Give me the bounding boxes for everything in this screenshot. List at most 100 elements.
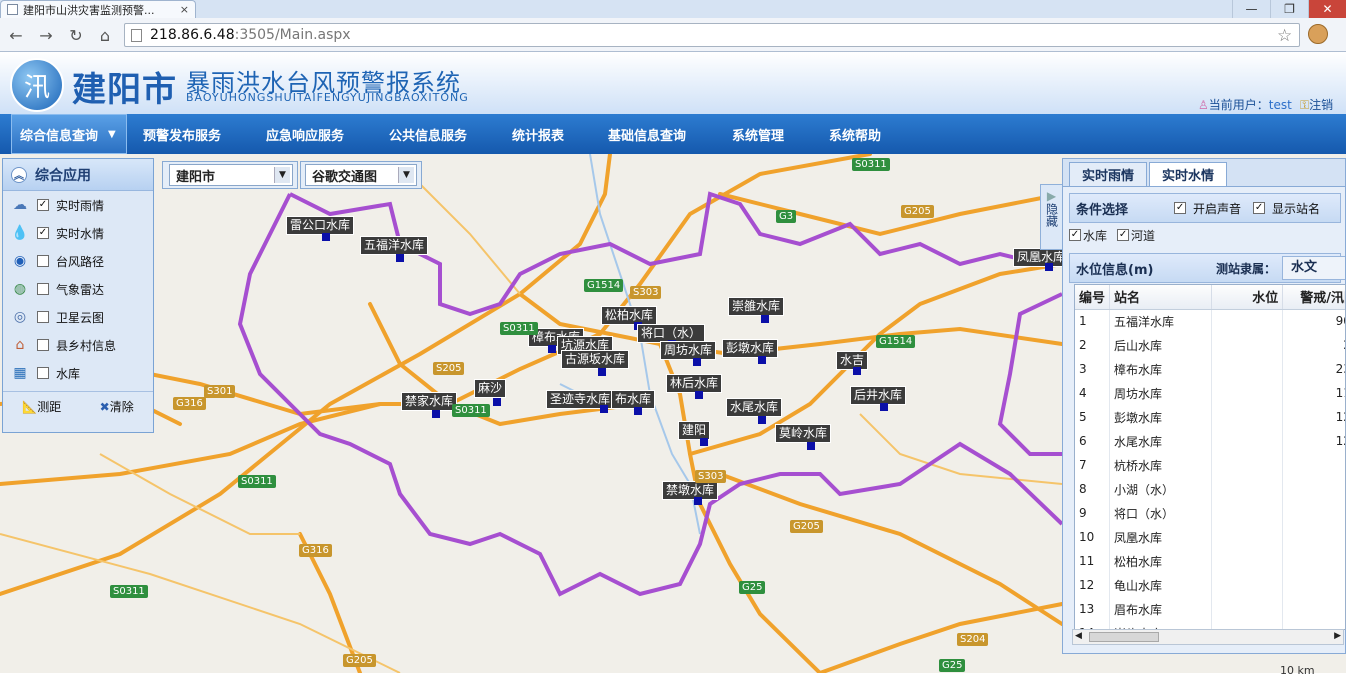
sound-toggle[interactable]: ✓ 开启声音 (1174, 200, 1241, 217)
table-row[interactable]: 10 凤凰水库 (1075, 525, 1345, 549)
station-marker-icon[interactable] (695, 391, 703, 399)
scroll-right-icon[interactable]: ▶ (1334, 631, 1341, 641)
table-row[interactable]: 5彭墩水库 125.5 (1075, 405, 1345, 429)
menu-system-admin[interactable]: 系统管理 (732, 114, 784, 154)
tab-close-icon[interactable]: × (180, 3, 189, 16)
maptype-select[interactable]: 谷歌交通图 ▼ (305, 164, 417, 186)
menu-warning-release[interactable]: 预警发布服务 (143, 114, 221, 154)
station-marker-icon[interactable] (880, 403, 888, 411)
map-station-label[interactable]: 禁家水库 (401, 392, 458, 411)
checkbox[interactable]: ✓ (1253, 202, 1266, 214)
map-station-label[interactable]: 水吉 (836, 351, 869, 370)
station-marker-icon[interactable] (548, 345, 556, 353)
tab-realtime-water[interactable]: 实时水情 (1149, 162, 1228, 186)
scroll-left-icon[interactable]: ◀ (1075, 631, 1082, 641)
layer-item[interactable]: ◍ 气象雷达 (3, 275, 153, 303)
table-row[interactable]: 4周坊水库 114.0 (1075, 381, 1345, 405)
map-station-label[interactable]: 周坊水库 (660, 341, 717, 360)
station-marker-icon[interactable] (322, 233, 330, 241)
layer-checkbox[interactable] (37, 255, 49, 267)
show-station-toggle[interactable]: ✓ 显示站名 (1253, 200, 1320, 217)
layer-panel-header[interactable]: ︽ 综合应用 (3, 159, 153, 191)
table-row[interactable]: 3樟布水库 238.0 (1075, 357, 1345, 381)
layer-checkbox[interactable]: ✓ (37, 227, 49, 239)
station-marker-icon[interactable] (694, 497, 702, 505)
map-station-label[interactable]: 禁墩水库 (662, 481, 719, 500)
station-marker-icon[interactable] (758, 356, 766, 364)
table-row[interactable]: 1五福洋水库 901.8 (1075, 309, 1345, 333)
table-row[interactable]: 12 龟山水库 (1075, 573, 1345, 597)
station-marker-icon[interactable] (600, 405, 608, 413)
menu-integrated-query[interactable]: 综合信息查询 ▼ (11, 114, 127, 154)
forward-arrow-icon[interactable]: → (36, 25, 56, 45)
hide-panel-tab[interactable]: ▶ 隐藏 (1040, 184, 1062, 250)
col-level[interactable]: 水位 (1211, 285, 1284, 310)
checkbox[interactable]: ✓ (1069, 229, 1081, 241)
layer-item[interactable]: ◉ 台风路径 (3, 247, 153, 275)
station-marker-icon[interactable] (761, 315, 769, 323)
scroll-thumb[interactable] (1089, 632, 1159, 642)
clear-button[interactable]: ✖清除 (100, 398, 134, 415)
map-station-label[interactable]: 崇雒水库 (728, 297, 785, 316)
table-row[interactable]: 9 将口（水） (1075, 501, 1345, 525)
table-row[interactable]: 6水尾水库 125.6 (1075, 429, 1345, 453)
browser-tab[interactable]: 建阳市山洪灾害监测预警... × (0, 0, 196, 18)
window-close-button[interactable]: ✕ (1308, 0, 1346, 18)
station-marker-icon[interactable] (493, 398, 501, 406)
tab-realtime-rain[interactable]: 实时雨情 (1069, 162, 1148, 186)
station-marker-icon[interactable] (1045, 263, 1053, 271)
extension-cookie-icon[interactable] (1308, 24, 1328, 44)
menu-statistics[interactable]: 统计报表 (512, 114, 564, 154)
belong-select[interactable]: 水文 (1282, 256, 1345, 280)
table-row[interactable]: 8 小湖（水） (1075, 477, 1345, 501)
table-horizontal-scrollbar[interactable]: ◀ ▶ (1072, 629, 1344, 645)
minimize-button[interactable]: — (1232, 0, 1270, 18)
layer-checkbox[interactable]: ✓ (37, 199, 49, 211)
layer-checkbox[interactable] (37, 311, 49, 323)
station-marker-icon[interactable] (693, 358, 701, 366)
table-row[interactable]: 13 眉布水库 (1075, 597, 1345, 621)
map-station-label[interactable]: 雷公口水库 (286, 216, 355, 235)
map-station-label[interactable]: 五福洋水库 (360, 236, 429, 255)
col-id[interactable]: 编号 (1075, 285, 1111, 310)
table-row[interactable]: 2后山水库 27.4 (1075, 333, 1345, 357)
back-arrow-icon[interactable]: ← (6, 25, 26, 45)
address-bar[interactable]: 218.86.6.48 :3505/Main.aspx ☆ (124, 23, 1300, 47)
maximize-button[interactable]: ❐ (1270, 0, 1308, 18)
station-marker-icon[interactable] (634, 407, 642, 415)
region-select[interactable]: 建阳市 ▼ (169, 164, 293, 186)
table-row[interactable]: 7 杭桥水库 (1075, 453, 1345, 477)
map-station-label[interactable]: 古源坂水库 (561, 350, 630, 369)
menu-public-info[interactable]: 公共信息服务 (389, 114, 467, 154)
layer-checkbox[interactable] (37, 283, 49, 295)
table-row[interactable]: 11 松柏水库 (1075, 549, 1345, 573)
map-station-label[interactable]: 麻沙 (474, 379, 507, 398)
layer-item[interactable]: 💧 ✓ 实时水情 (3, 219, 153, 247)
station-marker-icon[interactable] (853, 367, 861, 375)
menu-emergency-response[interactable]: 应急响应服务 (266, 114, 344, 154)
map-station-label[interactable]: 林后水库 (666, 374, 723, 393)
river-toggle[interactable]: ✓ 河道 (1117, 227, 1155, 244)
menu-help[interactable]: 系统帮助 (829, 114, 881, 154)
layer-item[interactable]: ◎ 卫星云图 (3, 303, 153, 331)
station-marker-icon[interactable] (432, 410, 440, 418)
checkbox[interactable]: ✓ (1174, 202, 1187, 214)
logout-link[interactable]: ⚿注销 (1300, 96, 1333, 113)
map-station-label[interactable]: 松柏水库 (601, 306, 658, 325)
map-station-label[interactable]: 水尾水库 (726, 398, 783, 417)
collapse-icon[interactable]: ︽ (11, 166, 27, 183)
layer-item[interactable]: ☁ ✓ 实时雨情 (3, 191, 153, 219)
col-name[interactable]: 站名 (1109, 285, 1212, 310)
map-station-label[interactable]: 布水库 (611, 390, 656, 409)
col-warn[interactable]: 警戒/汛限 (1282, 285, 1345, 310)
reservoir-toggle[interactable]: ✓ 水库 (1069, 227, 1107, 244)
home-icon[interactable]: ⌂ (95, 25, 115, 45)
menu-basic-info[interactable]: 基础信息查询 (608, 114, 686, 154)
layer-item[interactable]: ⌂ 县乡村信息 (3, 331, 153, 359)
reload-icon[interactable]: ↻ (66, 25, 86, 45)
layer-checkbox[interactable] (37, 339, 49, 351)
layer-item[interactable]: ▦ 水库 (3, 359, 153, 387)
measure-button[interactable]: 📐测距 (22, 398, 61, 415)
station-marker-icon[interactable] (396, 254, 404, 262)
bookmark-star-icon[interactable]: ☆ (1277, 26, 1299, 46)
